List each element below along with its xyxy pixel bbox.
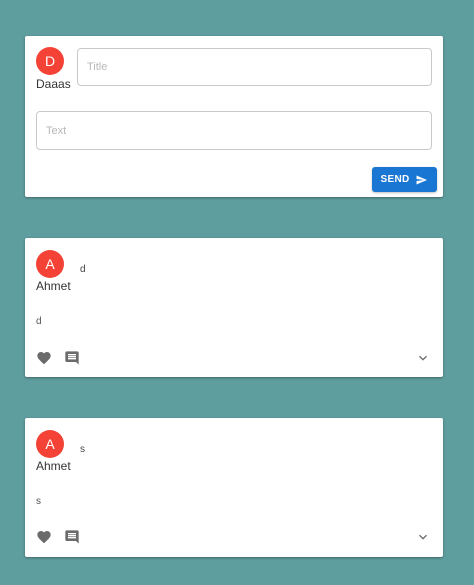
- title-input[interactable]: [77, 48, 432, 86]
- post-title: d: [80, 264, 86, 275]
- heart-icon[interactable]: [36, 529, 52, 545]
- post-card: A Ahmet d d: [25, 238, 443, 377]
- text-input[interactable]: [36, 111, 432, 150]
- comment-icon[interactable]: [64, 350, 80, 366]
- avatar: A: [36, 430, 64, 458]
- send-icon: [416, 175, 428, 184]
- username: Daaas: [36, 77, 71, 91]
- post-body: d: [36, 316, 42, 327]
- username: Ahmet: [36, 279, 71, 293]
- post-title: s: [80, 444, 85, 455]
- send-button-label: SEND: [380, 174, 410, 185]
- post-card: A Ahmet s s: [25, 418, 443, 557]
- compose-card: D Daaas SEND: [25, 36, 443, 197]
- heart-icon[interactable]: [36, 350, 52, 366]
- avatar: A: [36, 250, 64, 278]
- post-body: s: [36, 496, 41, 507]
- chevron-down-icon[interactable]: [415, 350, 431, 366]
- avatar: D: [36, 47, 64, 75]
- send-button[interactable]: SEND: [372, 167, 437, 192]
- chevron-down-icon[interactable]: [415, 529, 431, 545]
- username: Ahmet: [36, 459, 71, 473]
- comment-icon[interactable]: [64, 529, 80, 545]
